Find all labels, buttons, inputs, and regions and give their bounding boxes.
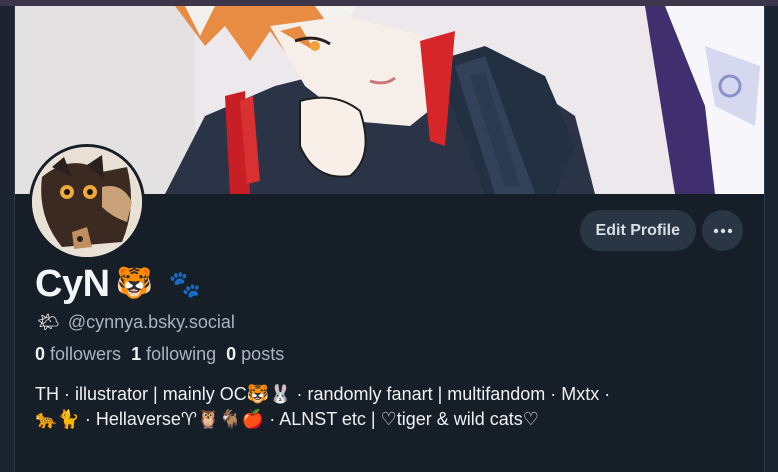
followers-label: followers [50,344,122,364]
posts-stat: 0 posts [226,344,284,365]
following-label: following [146,344,217,364]
profile-section: Edit Profile CyN 🐯 🐾 🌤 @cynnya.bsky.soci… [15,144,764,472]
right-gutter [764,6,778,472]
handle-row: 🌤 @cynnya.bsky.social [37,311,235,333]
display-name-row: CyN 🐯 🐾 [35,262,201,306]
following-count: 1 [131,344,142,364]
profile-actions: Edit Profile [579,210,743,251]
followers-stat[interactable]: 0 followers [35,344,121,365]
display-name: CyN [35,262,110,305]
bio-line: TH · illustrator | mainly OC🐯🐰 · randoml… [35,384,611,404]
ellipsis-icon [713,228,732,233]
following-stat[interactable]: 1 following [131,344,216,365]
avatar[interactable] [29,144,145,260]
paw-prints-emoji: 🐾 [168,269,202,299]
profile-stats: 0 followers 1 following 0 posts [35,344,284,365]
left-gutter [0,6,15,472]
posts-label: posts [241,344,285,364]
followers-count: 0 [35,344,46,364]
edit-profile-button[interactable]: Edit Profile [579,210,696,251]
avatar-illustration [32,147,142,257]
bio-line: 🐆🐈 · Hellaverse♈🦉🐐🍎 · ALNST etc | ♡tiger… [35,409,539,429]
posts-count: 0 [226,344,237,364]
sun-behind-cloud-emoji: 🌤 [37,312,60,332]
tiger-emoji: 🐯 [115,267,153,300]
profile-bio: TH · illustrator | mainly OC🐯🐰 · randoml… [35,382,750,432]
more-options-button[interactable] [702,210,743,251]
user-handle[interactable]: @cynnya.bsky.social [68,312,235,333]
